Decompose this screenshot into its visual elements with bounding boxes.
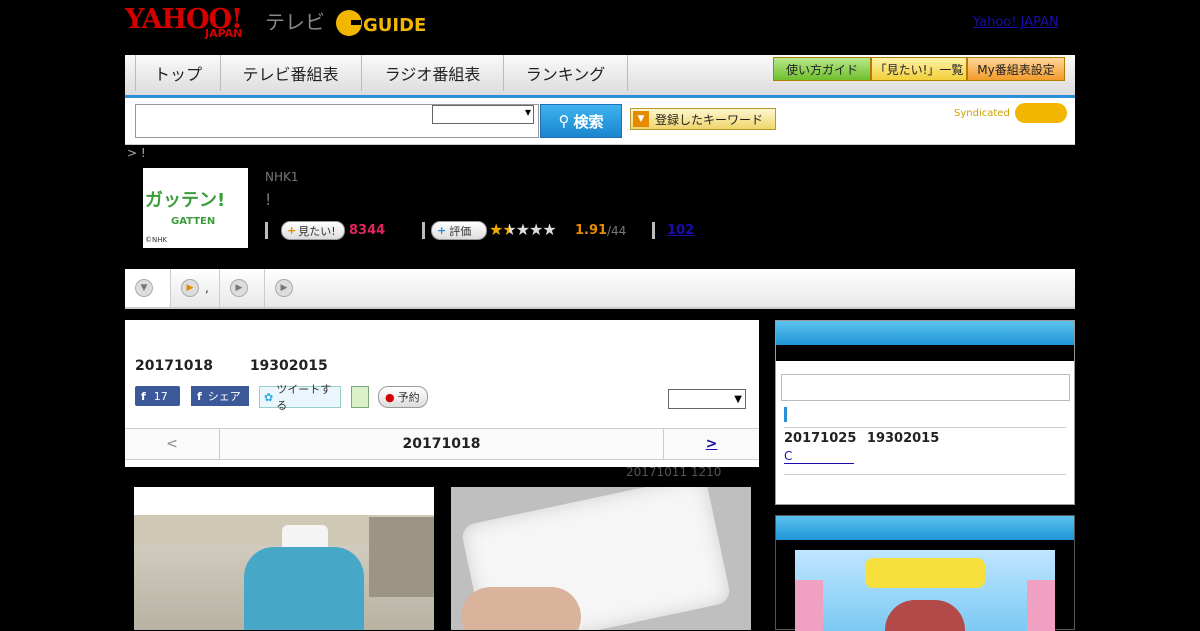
- play-icon: ▶: [275, 279, 293, 297]
- nav-tab-ranking[interactable]: ランキング: [504, 55, 628, 91]
- play-icon: ▶: [181, 279, 199, 297]
- sidebox-header: [776, 321, 1074, 345]
- tweet-label: ツイートする: [276, 383, 332, 412]
- play-icon: ▶: [230, 279, 248, 297]
- thumbnail-copyright: ©NHK: [145, 236, 168, 244]
- star-icon: ★: [489, 220, 503, 239]
- thumbnail-title: ガッテン!: [145, 190, 226, 211]
- broadcast-datetime: 20171018 19302015: [135, 358, 328, 374]
- rate-label: 評価: [449, 224, 472, 238]
- want-list-button[interactable]: 「見たい!」一覧: [871, 57, 967, 81]
- next-broadcast-time: 19302015: [866, 431, 940, 446]
- howto-guide-button[interactable]: 使い方ガイド: [773, 57, 871, 81]
- plus-icon: +: [287, 224, 297, 237]
- facebook-share-button[interactable]: f シェア: [191, 386, 249, 406]
- facebook-like-button[interactable]: f 17: [135, 386, 180, 406]
- broadcast-date: 20171018: [135, 358, 213, 374]
- current-date: 20171018: [402, 436, 481, 452]
- divider: [265, 222, 268, 239]
- reserve-label: 予約: [397, 391, 420, 404]
- rate-button[interactable]: + 評価: [431, 221, 487, 240]
- divider: [652, 222, 655, 239]
- my-schedule-settings-button[interactable]: My番組表設定: [967, 57, 1065, 81]
- program-photo-cook[interactable]: [134, 487, 434, 630]
- tab-dropdown[interactable]: ▼: [125, 269, 171, 307]
- rebroadcast-note: 20171011 1210: [626, 465, 722, 479]
- related-box-header: [776, 516, 1074, 540]
- sidebox-input[interactable]: [781, 374, 1070, 401]
- thumbnail-subtitle: GATTEN: [171, 216, 216, 227]
- date-navigation: < 20171018 >: [125, 428, 759, 460]
- syndicated-gguide-logo: Syndicated: [954, 103, 1067, 123]
- next-broadcast-box: 20171025 19302015 C: [775, 320, 1075, 505]
- syndicated-label: Syndicated: [954, 108, 1010, 119]
- nav-tab-top[interactable]: トップ: [135, 55, 221, 91]
- program-title: !: [265, 190, 272, 209]
- yahoo-japan-logo-sub: JAPAN: [205, 27, 243, 40]
- twitter-bird-icon: ✿: [264, 390, 274, 404]
- program-thumbnail: ガッテン! GATTEN ©NHK: [143, 168, 248, 248]
- channel-name: NHK1: [265, 170, 299, 184]
- broadcast-select[interactable]: ▼: [668, 389, 746, 409]
- star-icon: ★: [542, 220, 556, 239]
- like-count: 17: [153, 389, 168, 403]
- svg-text:GUIDE: GUIDE: [363, 15, 426, 36]
- nav-tab-radio-schedule[interactable]: ラジオ番組表: [362, 55, 504, 91]
- program-photo-towel[interactable]: [451, 487, 751, 630]
- star-icon: ★: [502, 220, 516, 239]
- search-bar: ⚲ 検索 ▼ 登録したキーワード Syndicated: [125, 98, 1075, 145]
- broadcast-time: 19302015: [249, 358, 328, 374]
- want-button[interactable]: + 見たい!: [281, 221, 345, 240]
- related-box: [775, 515, 1075, 631]
- program-tabs: ▼ ▶ , ▶ ▶: [125, 269, 1075, 309]
- facebook-icon: f: [197, 389, 202, 403]
- rating-stars: ★★★★★: [489, 220, 557, 239]
- tv-label: テレビ: [265, 10, 325, 34]
- tab-play-2[interactable]: ▶: [220, 269, 265, 307]
- next-broadcast-datetime: 20171025 19302015: [784, 431, 939, 446]
- related-program-image[interactable]: [795, 550, 1055, 631]
- chevron-down-icon: ▼: [734, 393, 742, 405]
- tab-label: ,: [205, 281, 209, 295]
- tab-play-3[interactable]: ▶: [265, 269, 309, 307]
- rating-value: 1.91: [575, 223, 608, 238]
- star-icon: ★: [529, 220, 543, 239]
- tweet-button[interactable]: ✿ ツイートする: [259, 383, 341, 412]
- search-category-select[interactable]: [432, 105, 534, 124]
- review-count-link[interactable]: 102: [667, 223, 694, 238]
- divider: [422, 222, 425, 239]
- main-nav: トップ テレビ番組表 ラジオ番組表 ランキング 使い方ガイド 「見たい!」一覧 …: [125, 55, 1075, 99]
- registered-keywords-label: 登録したキーワード: [655, 112, 764, 127]
- prev-date-button[interactable]: <: [125, 429, 220, 459]
- search-button[interactable]: ⚲ 検索: [540, 104, 622, 138]
- want-label: 見たい!: [298, 224, 336, 238]
- plus-icon: +: [437, 224, 447, 237]
- next-broadcast-link[interactable]: C: [784, 449, 854, 464]
- add-calendar-icon[interactable]: [351, 386, 369, 408]
- nav-tab-tv-schedule[interactable]: テレビ番組表: [220, 55, 362, 91]
- next-broadcast-date: 20171025: [784, 431, 857, 446]
- facebook-icon: f: [141, 389, 146, 403]
- tab-play-1[interactable]: ▶ ,: [171, 269, 220, 307]
- dropdown-triangle-icon: ▼: [633, 111, 649, 127]
- share-label: シェア: [207, 390, 241, 403]
- section-marker: [784, 407, 787, 422]
- breadcrumb[interactable]: > !: [127, 146, 146, 160]
- chevron-down-icon: ▼: [135, 279, 153, 297]
- rating-count: /44: [607, 224, 627, 238]
- reserve-button[interactable]: ● 予約: [378, 386, 428, 408]
- search-icon: ⚲: [558, 112, 570, 130]
- broadcast-panel: 20171018 19302015 f 17 f シェア ✿ ツイートする ● …: [125, 320, 759, 467]
- star-icon: ★: [515, 220, 530, 239]
- registered-keywords-button[interactable]: ▼ 登録したキーワード: [630, 108, 776, 130]
- search-button-label: 検索: [573, 112, 604, 131]
- record-icon: ●: [385, 390, 395, 404]
- yahoo-japan-link[interactable]: Yahoo! JAPAN: [973, 15, 1059, 30]
- next-date-button[interactable]: >: [663, 429, 759, 459]
- gguide-logo[interactable]: GUIDE: [335, 7, 427, 39]
- want-count: 8344: [349, 223, 386, 238]
- sidebox-subheader: [776, 345, 1074, 361]
